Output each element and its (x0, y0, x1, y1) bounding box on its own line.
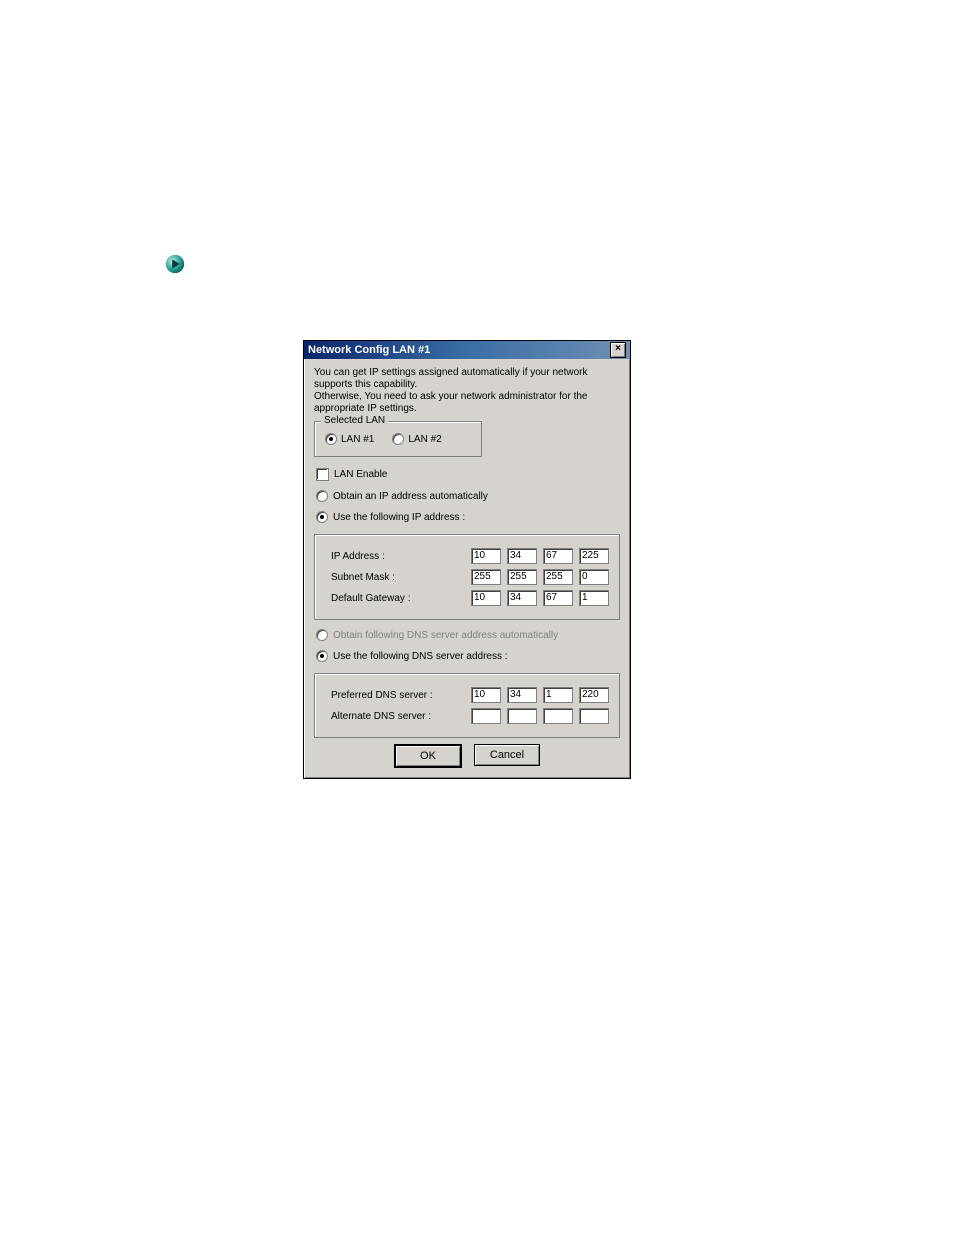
radio-unselected-icon (392, 433, 404, 445)
mask-octet-1[interactable]: 255 (471, 569, 501, 585)
radio-unselected-icon (316, 629, 328, 641)
ip-octet-3[interactable]: 67 (543, 548, 573, 564)
ip-octet-4[interactable]: 225 (579, 548, 609, 564)
intro-line2: Otherwise, You need to ask your network … (314, 391, 620, 415)
mask-octet-4[interactable]: 0 (579, 569, 609, 585)
lan-enable-checkbox[interactable]: LAN Enable (316, 468, 620, 481)
gw-octet-4[interactable]: 1 (579, 590, 609, 606)
titlebar[interactable]: Network Config LAN #1 × (304, 341, 630, 359)
ip-address-label: IP Address : (331, 551, 471, 562)
radio-lan2-label: LAN #2 (408, 434, 441, 445)
selected-lan-group: Selected LAN LAN #1 LAN #2 (314, 421, 482, 457)
ip-settings-group: IP Address : 10 34 67 225 Subnet Mask : … (314, 534, 620, 620)
radio-lan1[interactable]: LAN #1 (325, 433, 374, 445)
ip-octet-1[interactable]: 10 (471, 548, 501, 564)
dns-settings-group: Preferred DNS server : 10 34 1 220 Alter… (314, 673, 620, 738)
dialog-title: Network Config LAN #1 (308, 341, 430, 359)
selected-lan-legend: Selected LAN (321, 415, 388, 426)
ip-octet-2[interactable]: 34 (507, 548, 537, 564)
cancel-button[interactable]: Cancel (474, 744, 540, 766)
alt-dns-octet-1[interactable] (471, 708, 501, 724)
network-config-dialog: Network Config LAN #1 × You can get IP s… (303, 340, 631, 779)
gw-octet-2[interactable]: 34 (507, 590, 537, 606)
alt-dns-octet-4[interactable] (579, 708, 609, 724)
radio-selected-icon (325, 433, 337, 445)
subnet-mask-label: Subnet Mask : (331, 572, 471, 583)
preferred-dns-label: Preferred DNS server : (331, 690, 471, 701)
radio-lan2[interactable]: LAN #2 (392, 433, 441, 445)
pref-dns-octet-3[interactable]: 1 (543, 687, 573, 703)
radio-dns-manual-label: Use the following DNS server address : (333, 651, 508, 662)
play-bullet-icon (164, 253, 186, 275)
radio-ip-manual-label: Use the following IP address : (333, 512, 465, 523)
mask-octet-3[interactable]: 255 (543, 569, 573, 585)
pref-dns-octet-4[interactable]: 220 (579, 687, 609, 703)
intro-line1: You can get IP settings assigned automat… (314, 367, 620, 391)
radio-ip-auto[interactable]: Obtain an IP address automatically (316, 490, 620, 502)
checkbox-icon (316, 468, 329, 481)
gw-octet-3[interactable]: 67 (543, 590, 573, 606)
alt-dns-octet-3[interactable] (543, 708, 573, 724)
radio-unselected-icon (316, 490, 328, 502)
alt-dns-octet-2[interactable] (507, 708, 537, 724)
pref-dns-octet-2[interactable]: 34 (507, 687, 537, 703)
radio-ip-auto-label: Obtain an IP address automatically (333, 491, 488, 502)
close-icon[interactable]: × (610, 342, 626, 358)
gateway-label: Default Gateway : (331, 593, 471, 604)
alternate-dns-label: Alternate DNS server : (331, 711, 471, 722)
mask-octet-2[interactable]: 255 (507, 569, 537, 585)
ok-button[interactable]: OK (394, 744, 462, 768)
intro-text: You can get IP settings assigned automat… (314, 367, 620, 415)
pref-dns-octet-1[interactable]: 10 (471, 687, 501, 703)
radio-dns-manual[interactable]: Use the following DNS server address : (316, 650, 620, 662)
gw-octet-1[interactable]: 10 (471, 590, 501, 606)
radio-dns-auto-label: Obtain following DNS server address auto… (333, 630, 558, 641)
dialog-body: You can get IP settings assigned automat… (304, 359, 630, 778)
radio-selected-icon (316, 511, 328, 523)
radio-dns-auto: Obtain following DNS server address auto… (316, 629, 620, 641)
radio-lan1-label: LAN #1 (341, 434, 374, 445)
radio-selected-icon (316, 650, 328, 662)
radio-ip-manual[interactable]: Use the following IP address : (316, 511, 620, 523)
lan-enable-label: LAN Enable (334, 469, 387, 480)
